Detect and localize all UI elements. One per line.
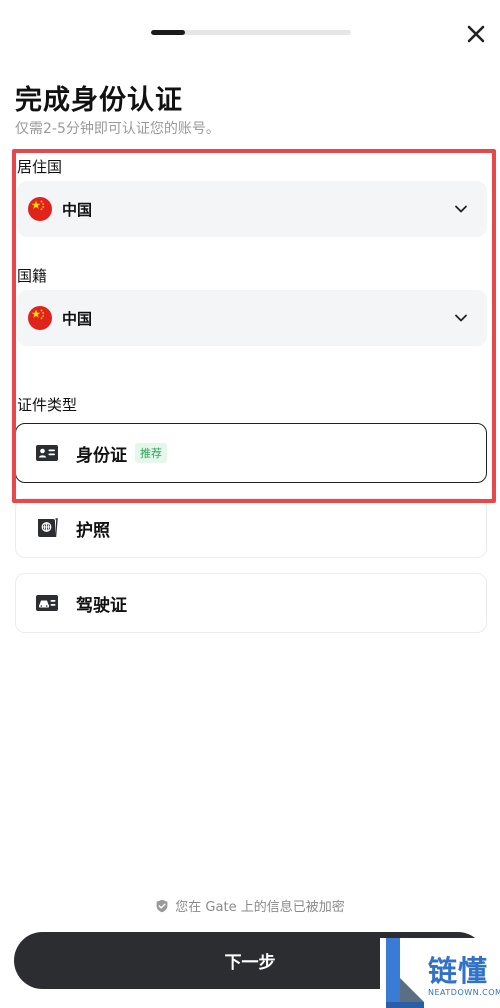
nationality-label: 国籍 (17, 267, 48, 285)
chevron-down-icon (455, 205, 467, 213)
page-title: 完成身份认证 (15, 85, 183, 116)
security-note: 您在 Gate 上的信息已被加密 (0, 896, 500, 915)
close-icon (467, 25, 485, 43)
close-button[interactable] (462, 20, 490, 48)
china-flag-icon (28, 197, 52, 221)
residence-value: 中国 (62, 200, 93, 219)
residence-select[interactable]: 中国 (17, 181, 487, 237)
document-option-label: 护照 (76, 520, 110, 541)
progress-bar (151, 30, 351, 35)
document-option-label: 驾驶证 (76, 595, 127, 616)
watermark-logo: 链懂 NEATDOWN.COM (380, 938, 500, 1008)
progress-bar-fill (151, 30, 185, 35)
document-option-driver-license[interactable]: 驾驶证 (15, 573, 487, 633)
passport-icon (38, 518, 58, 538)
document-option-label: 身份证 (76, 445, 127, 466)
document-option-passport[interactable]: 护照 (15, 498, 487, 558)
id-card-icon (36, 445, 58, 461)
document-option-id-card[interactable]: 身份证 推荐 (15, 423, 487, 483)
page-subtitle: 仅需2-5分钟即可认证您的账号。 (15, 121, 220, 137)
nationality-value: 中国 (62, 309, 93, 328)
nationality-select[interactable]: 中国 (17, 290, 487, 346)
shield-check-icon (156, 899, 168, 912)
chevron-down-icon (455, 314, 467, 322)
watermark-subtitle: NEATDOWN.COM (428, 988, 500, 997)
watermark-l-icon (386, 938, 424, 1008)
driver-license-icon (36, 595, 58, 611)
document-type-label: 证件类型 (17, 396, 78, 414)
china-flag-icon (28, 306, 52, 330)
residence-label: 居住国 (17, 158, 63, 176)
security-note-text: 您在 Gate 上的信息已被加密 (175, 900, 345, 915)
recommended-badge: 推荐 (135, 443, 167, 463)
watermark-title: 链懂 (428, 954, 489, 988)
